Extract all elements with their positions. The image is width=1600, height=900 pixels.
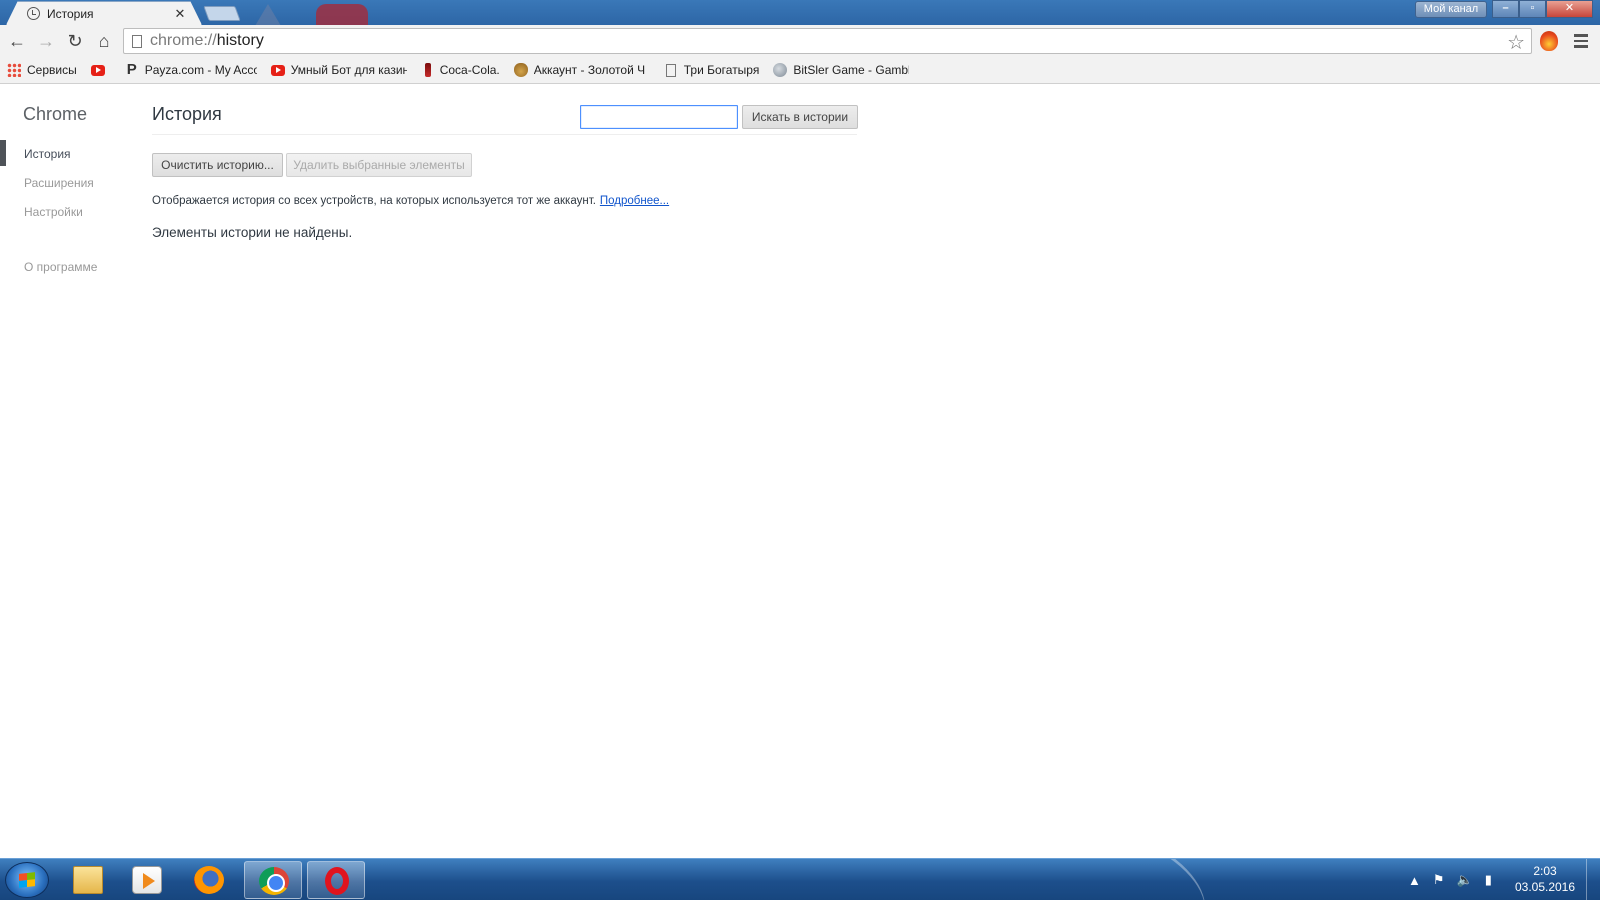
bookmark-apps[interactable]: Сервисы	[7, 63, 77, 77]
system-clock[interactable]: 2:03 03.05.2016	[1505, 863, 1585, 895]
signal-icon[interactable]: ▮	[1485, 872, 1492, 888]
sidebar-item-settings[interactable]: Настройки	[24, 205, 83, 219]
firefox-icon	[194, 866, 224, 894]
bookmark-label: Payza.com - My Acco	[144, 63, 257, 77]
maximize-button[interactable]: ▫	[1519, 0, 1546, 18]
flag-icon[interactable]: ⚑	[1433, 872, 1445, 888]
youtube-icon	[90, 64, 105, 76]
background-decoration	[255, 4, 281, 25]
taskbar-chrome[interactable]	[244, 861, 302, 899]
forward-arrow-icon[interactable]: →	[33, 29, 59, 53]
tab-close-icon[interactable]: ✕	[171, 6, 189, 22]
search-history-button[interactable]: Искать в истории	[742, 105, 858, 129]
folder-icon	[73, 866, 103, 894]
bookmark-coca-cola[interactable]: Coca-Cola.	[421, 63, 500, 77]
opera-icon	[325, 867, 349, 895]
sync-note-text: Отображается история со всех устройств, …	[152, 195, 596, 207]
bookmark-account[interactable]: Аккаунт - Золотой Ч	[513, 63, 650, 77]
tab-history[interactable]: История ✕	[6, 1, 202, 25]
media-player-icon	[132, 866, 162, 894]
active-item-marker	[0, 140, 6, 166]
reload-icon[interactable]: ↻	[62, 29, 88, 53]
bottle-icon	[424, 63, 431, 77]
background-decoration	[316, 4, 368, 25]
profile-button[interactable]: Мой канал	[1415, 1, 1487, 18]
page-icon	[132, 34, 142, 48]
sidebar-item-history[interactable]: История	[24, 147, 71, 161]
volume-icon[interactable]: 🔈	[1457, 872, 1473, 888]
windows-taskbar: ▲ ⚑ 🔈 ▮ 2:03 03.05.2016	[0, 858, 1600, 900]
clear-history-button[interactable]: Очистить историю...	[152, 153, 283, 177]
taskbar-media-player[interactable]	[118, 861, 176, 899]
sidebar-item-about[interactable]: О программе	[24, 260, 97, 274]
bookmark-label: Умный Бот для казин	[290, 63, 407, 77]
taskbar-firefox[interactable]	[180, 861, 238, 899]
up-arrow-icon[interactable]: ▲	[1408, 873, 1421, 888]
money-bag-icon	[513, 63, 528, 77]
window-controls: – ▫ ✕	[1492, 0, 1593, 18]
title-divider	[152, 134, 857, 135]
settings-sidebar: Chrome История Расширения Настройки О пр…	[0, 84, 150, 864]
extension-fire-icon[interactable]	[1540, 31, 1558, 51]
bookmark-bitsler[interactable]: BitSler Game - Gambl	[773, 63, 909, 77]
start-button[interactable]	[5, 862, 49, 898]
address-bar[interactable]: chrome://history ☆	[123, 28, 1532, 54]
sync-info-text: Отображается история со всех устройств, …	[152, 195, 669, 207]
remove-selected-button: Удалить выбранные элементы	[286, 153, 472, 177]
sidebar-item-extensions[interactable]: Расширения	[24, 176, 94, 190]
history-search-input[interactable]	[580, 105, 738, 129]
bookmark-label: BitSler Game - Gambl	[793, 63, 910, 77]
back-arrow-icon[interactable]: ←	[4, 29, 30, 53]
url-path: history	[216, 32, 264, 49]
url-scheme: chrome://	[150, 32, 217, 49]
page-icon	[665, 63, 676, 77]
no-history-message: Элементы истории не найдены.	[152, 225, 353, 240]
system-tray: ▲ ⚑ 🔈 ▮	[1408, 859, 1504, 900]
new-tab-button[interactable]	[203, 6, 241, 21]
home-icon[interactable]: ⌂	[91, 29, 117, 53]
apps-grid-icon	[7, 63, 21, 77]
tab-title: История	[47, 6, 94, 21]
bookmark-smart-bot[interactable]: Умный Бот для казин	[270, 63, 407, 77]
hamburger-menu-icon[interactable]	[1572, 31, 1590, 51]
bookmark-star-icon[interactable]: ☆	[1507, 30, 1525, 55]
clock-time: 2:03	[1533, 864, 1557, 878]
title-bar: История ✕ Мой канал – ▫ ✕	[0, 0, 1600, 25]
bookmark-label: Три Богатыря	[683, 63, 760, 77]
page-title: История	[152, 104, 222, 124]
minimize-button[interactable]: –	[1492, 0, 1519, 18]
bookmark-label: Сервисы	[27, 63, 77, 77]
sidebar-brand: Chrome	[23, 104, 88, 124]
payza-icon: P	[126, 61, 137, 78]
browser-toolbar: ← → ↻ ⌂ chrome://history ☆	[0, 25, 1600, 57]
close-window-button[interactable]: ✕	[1546, 0, 1593, 18]
bookmarks-bar: Сервисы P Payza.com - My Acco Умный Бот …	[0, 57, 1600, 84]
learn-more-link[interactable]: Подробнее...	[600, 195, 669, 207]
clock-date: 03.05.2016	[1514, 880, 1576, 894]
bookmark-payza[interactable]: P Payza.com - My Acco	[125, 61, 257, 78]
bookmark-label: Аккаунт - Золотой Ч	[533, 63, 646, 77]
youtube-icon	[270, 64, 285, 76]
bookmark-label: Coca-Cola.	[439, 63, 500, 77]
globe-icon	[773, 63, 788, 77]
taskbar-opera[interactable]	[307, 861, 365, 899]
bookmark-three-heroes[interactable]: Три Богатыря	[664, 63, 760, 77]
bookmark-youtube[interactable]	[90, 64, 111, 76]
show-desktop-button[interactable]	[1586, 859, 1600, 900]
taskbar-explorer[interactable]	[59, 861, 117, 899]
chrome-icon	[259, 867, 289, 895]
history-clock-icon	[27, 7, 40, 20]
